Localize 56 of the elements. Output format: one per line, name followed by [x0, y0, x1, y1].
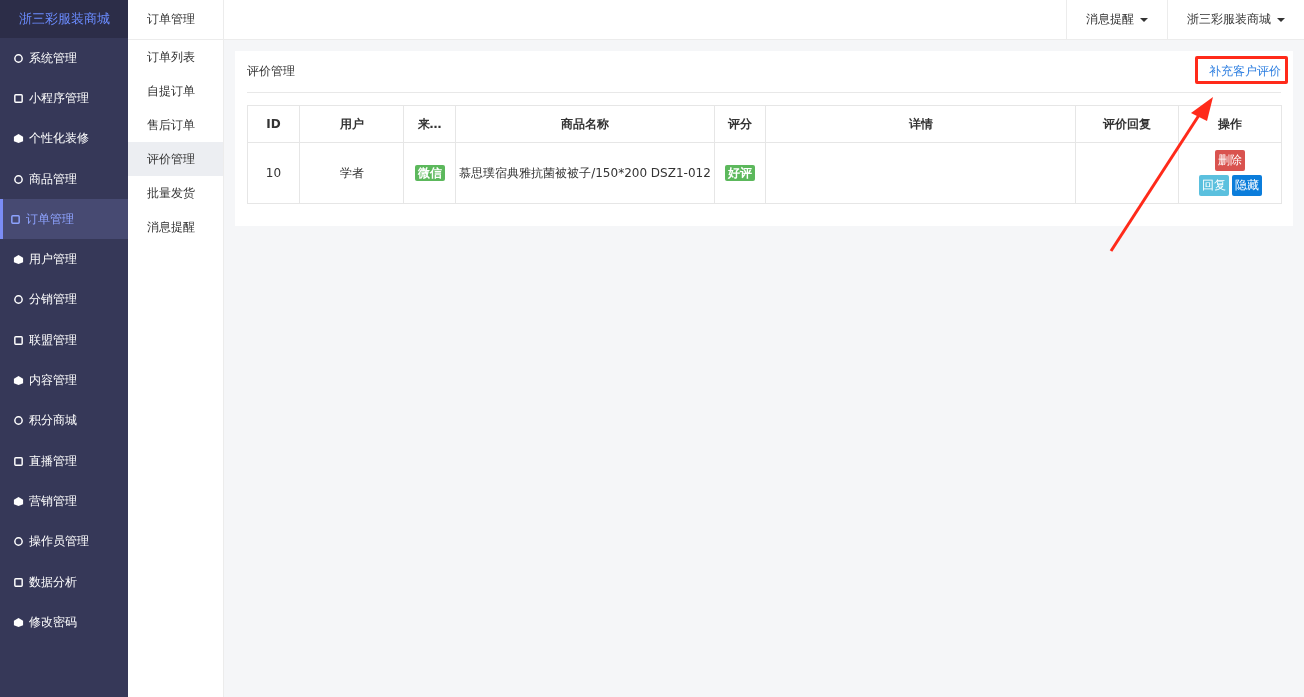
sidebar-item[interactable]: 用户管理 [0, 239, 128, 280]
menu-item-icon [13, 133, 24, 145]
sidebar-item[interactable]: 操作员管理 [0, 521, 128, 562]
menu-item-icon [13, 616, 24, 628]
menu-item-icon [13, 294, 24, 306]
panel-title: 评价管理 [247, 63, 295, 80]
add-review-link[interactable]: 补充客户评价 [1209, 63, 1281, 80]
sidebar-item[interactable]: 个性化装修 [0, 118, 128, 159]
sidebar-item[interactable]: 系统管理 [0, 38, 128, 79]
sidebar-item[interactable]: 联盟管理 [0, 320, 128, 361]
menu-item-icon [13, 576, 24, 588]
column-header: 详情 [765, 105, 1076, 143]
menu-item-icon [13, 455, 24, 467]
column-header: 评分 [714, 105, 766, 143]
column-header: 商品名称 [455, 105, 715, 143]
sidebar-item[interactable]: 数据分析 [0, 561, 128, 603]
sidebar-item[interactable]: 商品管理 [0, 158, 128, 200]
submenu-item[interactable]: 评价管理 [128, 142, 223, 176]
column-header: ID [247, 105, 300, 143]
table-cell: 慕思璞宿典雅抗菌被被子/150*200 DSZ1-012 [455, 142, 715, 204]
submenu-item[interactable]: 订单列表 [128, 40, 223, 74]
menu-item-icon [13, 415, 24, 427]
submenu-title: 订单管理 [128, 0, 223, 40]
submenu-item[interactable]: 批量发货 [128, 176, 223, 210]
submenu-item[interactable]: 消息提醒 [128, 210, 223, 244]
caret-icon [1277, 17, 1285, 22]
rating-tag: 好评 [725, 164, 755, 181]
menu-item-icon [13, 495, 24, 507]
sidebar-item[interactable]: 订单管理 [0, 199, 128, 240]
menu-item-icon [13, 334, 24, 346]
menu-item-icon [13, 375, 24, 386]
danger-action-button[interactable]: 删除 [1215, 150, 1245, 171]
menu-item-icon [13, 92, 24, 104]
sidebar-item[interactable]: 直播管理 [0, 440, 128, 482]
primary-action-button[interactable]: 隐藏 [1231, 175, 1262, 196]
sidebar-item[interactable]: 修改密码 [0, 602, 128, 643]
submenu-item[interactable]: 自提订单 [128, 74, 223, 108]
submenu-item[interactable]: 售后订单 [128, 108, 223, 142]
menu-item-icon [13, 536, 24, 548]
column-header: 用户 [299, 105, 404, 143]
sidebar-item[interactable]: 营销管理 [0, 481, 128, 522]
table-cell: 学者 [299, 142, 404, 204]
column-header: 来… [403, 105, 456, 143]
sidebar-item[interactable]: 内容管理 [0, 360, 128, 401]
sidebar-item[interactable]: 分销管理 [0, 279, 128, 321]
source-tag: 微信 [414, 164, 445, 181]
brand-title: 浙三彩服装商城 [0, 0, 128, 38]
menu-item-icon [13, 254, 24, 266]
sidebar-item[interactable]: 积分商城 [0, 400, 128, 441]
menu-item-icon [10, 213, 21, 225]
caret-icon [1140, 17, 1148, 22]
menu-item-icon [13, 173, 24, 185]
column-header: 评价回复 [1075, 105, 1179, 143]
menu-item-icon [13, 52, 24, 64]
sidebar-item[interactable]: 小程序管理 [0, 78, 128, 119]
table-cell: 10 [247, 142, 300, 204]
